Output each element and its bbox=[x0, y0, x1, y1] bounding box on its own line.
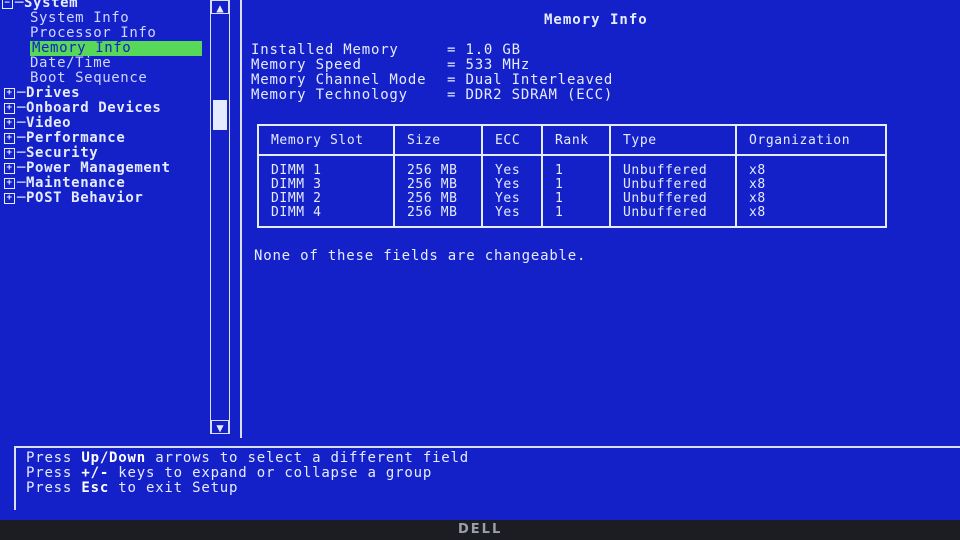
table-cell: x8 bbox=[735, 178, 887, 192]
table-cell: Unbuffered bbox=[609, 178, 737, 192]
tree-group-security[interactable]: + ─Security bbox=[4, 146, 98, 161]
arrow-up-icon[interactable]: ▲ bbox=[211, 0, 229, 15]
table-cell: Unbuffered bbox=[609, 206, 737, 228]
table-cell: Yes bbox=[481, 178, 543, 192]
table-cell: 256 MB bbox=[393, 192, 483, 206]
tree-group-video[interactable]: + ─Video bbox=[4, 116, 71, 131]
column-header: ECC bbox=[481, 124, 543, 156]
plus-box-icon[interactable]: + bbox=[4, 162, 15, 174]
table-cell: Yes bbox=[481, 206, 543, 228]
tree-group-maintenance[interactable]: + ─Maintenance bbox=[4, 176, 125, 191]
table-cell: 1 bbox=[541, 192, 611, 206]
property-memory-speed: Memory Speed = 533 MHz bbox=[251, 57, 531, 73]
scroll-thumb[interactable] bbox=[213, 100, 227, 130]
table-cell: DIMM 1 bbox=[257, 155, 395, 178]
table-cell: Unbuffered bbox=[609, 155, 737, 178]
tree-item-boot-sequence[interactable]: Boot Sequence bbox=[30, 71, 147, 86]
tree-group-onboard-devices[interactable]: + ─Onboard Devices bbox=[4, 101, 161, 116]
property-memory-technology: Memory Technology = DDR2 SDRAM (ECC) bbox=[251, 87, 614, 103]
table-row: DIMM 2 256 MB Yes 1 Unbuffered x8 bbox=[257, 192, 887, 206]
table-cell: DIMM 2 bbox=[257, 192, 395, 206]
setup-tree: − ─System System Info Processor Info Memo… bbox=[0, 0, 208, 438]
plus-box-icon[interactable]: + bbox=[4, 147, 15, 159]
help-line-exit: Press Esc to exit Setup bbox=[26, 480, 239, 496]
minus-box-icon[interactable]: − bbox=[2, 0, 13, 9]
column-header: Organization bbox=[735, 124, 887, 156]
table-row: DIMM 3 256 MB Yes 1 Unbuffered x8 bbox=[257, 178, 887, 192]
page-title: Memory Info bbox=[544, 12, 648, 28]
tree-item-memory-info[interactable]: Memory Info bbox=[30, 41, 202, 56]
read-only-note: None of these fields are changeable. bbox=[254, 248, 587, 264]
plus-box-icon[interactable]: + bbox=[4, 192, 15, 204]
plus-box-icon[interactable]: + bbox=[4, 177, 15, 189]
property-memory-channel-mode: Memory Channel Mode = Dual Interleaved bbox=[251, 72, 614, 88]
bios-screen: − ─System System Info Processor Info Memo… bbox=[0, 0, 960, 520]
help-line-navigate: Press Up/Down arrows to select a differe… bbox=[26, 450, 469, 466]
column-header: Size bbox=[393, 124, 483, 156]
tree-group-drives[interactable]: + ─Drives bbox=[4, 86, 80, 101]
plus-box-icon[interactable]: + bbox=[4, 132, 15, 144]
dell-logo: DELL bbox=[458, 522, 503, 537]
table-cell: DIMM 4 bbox=[257, 206, 395, 228]
tree-scrollbar[interactable]: ▲ ▼ bbox=[210, 0, 230, 435]
tree-item-date-time[interactable]: Date/Time bbox=[30, 56, 111, 71]
table-cell: 1 bbox=[541, 178, 611, 192]
table-cell: 1 bbox=[541, 206, 611, 228]
table-cell: x8 bbox=[735, 206, 887, 228]
tree-group-power-management[interactable]: + ─Power Management bbox=[4, 161, 171, 176]
table-cell: Unbuffered bbox=[609, 192, 737, 206]
table-cell: Yes bbox=[481, 192, 543, 206]
memory-slot-table: Memory Slot Size ECC Rank Type Organizat… bbox=[257, 124, 887, 228]
table-cell: x8 bbox=[735, 192, 887, 206]
plus-box-icon[interactable]: + bbox=[4, 117, 15, 129]
table-row: DIMM 4 256 MB Yes 1 Unbuffered x8 bbox=[257, 206, 887, 228]
table-row: DIMM 1 256 MB Yes 1 Unbuffered x8 bbox=[257, 155, 887, 178]
help-line-expand: Press +/- keys to expand or collapse a g… bbox=[26, 465, 433, 481]
help-bar: Press Up/Down arrows to select a differe… bbox=[14, 446, 960, 510]
column-header: Memory Slot bbox=[257, 124, 395, 156]
tree-item-processor-info[interactable]: Processor Info bbox=[30, 26, 156, 41]
table-header-row: Memory Slot Size ECC Rank Type Organizat… bbox=[257, 124, 887, 156]
tree-group-post-behavior[interactable]: + ─POST Behavior bbox=[4, 191, 143, 206]
table-cell: 256 MB bbox=[393, 178, 483, 192]
column-header: Rank bbox=[541, 124, 611, 156]
arrow-down-icon[interactable]: ▼ bbox=[211, 420, 229, 435]
plus-box-icon[interactable]: + bbox=[4, 87, 15, 99]
setup-tree-panel: − ─System System Info Processor Info Memo… bbox=[0, 0, 242, 438]
monitor-bezel: DELL bbox=[0, 520, 960, 540]
tree-item-system-info[interactable]: System Info bbox=[30, 11, 129, 26]
property-installed-memory: Installed Memory = 1.0 GB bbox=[251, 42, 521, 58]
memory-info-panel: Memory Info Installed Memory = 1.0 GB Mem… bbox=[244, 0, 960, 438]
tree-group-performance[interactable]: + ─Performance bbox=[4, 131, 125, 146]
table-cell: 256 MB bbox=[393, 206, 483, 228]
table-cell: 256 MB bbox=[393, 155, 483, 178]
table-cell: 1 bbox=[541, 155, 611, 178]
column-header: Type bbox=[609, 124, 737, 156]
table-cell: x8 bbox=[735, 155, 887, 178]
table-cell: DIMM 3 bbox=[257, 178, 395, 192]
plus-box-icon[interactable]: + bbox=[4, 102, 15, 114]
table-cell: Yes bbox=[481, 155, 543, 178]
